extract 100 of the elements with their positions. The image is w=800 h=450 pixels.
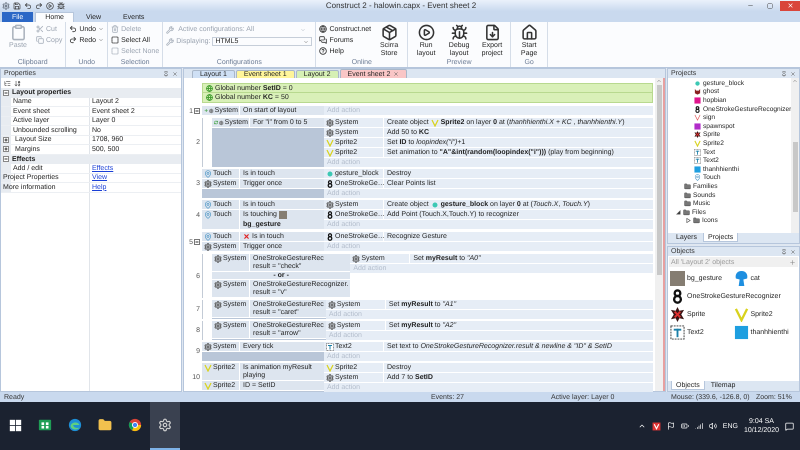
battery-icon[interactable] bbox=[680, 422, 689, 430]
collapse-icon[interactable] bbox=[194, 108, 200, 114]
v-shape-icon bbox=[204, 364, 212, 372]
undo-icon bbox=[69, 25, 78, 33]
wrench-icon bbox=[166, 38, 174, 46]
gear-icon bbox=[158, 418, 172, 432]
save-icon[interactable] bbox=[13, 2, 21, 10]
close-icon[interactable] bbox=[172, 70, 178, 76]
pin-icon bbox=[204, 170, 212, 178]
app-tray-icon[interactable] bbox=[652, 422, 661, 430]
gear-icon bbox=[219, 119, 224, 127]
figure-eight-icon bbox=[326, 233, 334, 241]
gear-icon bbox=[328, 322, 336, 330]
v-shape-icon bbox=[734, 306, 748, 322]
gear-icon bbox=[214, 322, 222, 330]
app-icon bbox=[2, 2, 10, 10]
square-icon bbox=[694, 166, 701, 173]
folder-icon bbox=[693, 217, 700, 224]
minimize-icon bbox=[746, 2, 754, 9]
square-icon bbox=[694, 96, 701, 104]
pin-icon bbox=[694, 174, 701, 182]
browser-icon bbox=[68, 418, 82, 432]
maximize-icon bbox=[767, 2, 773, 8]
scrollbar[interactable] bbox=[791, 78, 799, 233]
square-icon bbox=[694, 122, 701, 130]
gear-icon bbox=[204, 180, 212, 188]
dot-icon bbox=[430, 201, 439, 209]
scrollbar[interactable] bbox=[655, 78, 663, 391]
bug-icon bbox=[450, 24, 468, 41]
folder-icon bbox=[684, 182, 691, 190]
text-icon bbox=[670, 324, 685, 340]
play-icon[interactable] bbox=[46, 2, 54, 10]
collapse-icon[interactable] bbox=[3, 90, 9, 96]
pin-icon[interactable] bbox=[781, 70, 787, 76]
collapse-icon[interactable] bbox=[3, 156, 9, 162]
trash-icon bbox=[111, 25, 120, 33]
categorized-icon[interactable] bbox=[4, 80, 11, 86]
collapse-icon[interactable] bbox=[194, 239, 200, 245]
swatch-icon bbox=[670, 270, 685, 286]
gear-icon bbox=[326, 129, 334, 137]
bug-icon[interactable] bbox=[57, 2, 65, 10]
gear-icon bbox=[214, 301, 222, 309]
expand-arrow-icon[interactable] bbox=[686, 218, 691, 224]
gear-icon bbox=[326, 119, 334, 127]
globe-icon bbox=[206, 94, 213, 101]
windows-icon bbox=[8, 418, 22, 432]
folder-icon bbox=[98, 418, 112, 432]
arrow-icon bbox=[204, 107, 208, 114]
pin-icon bbox=[204, 201, 212, 209]
gear-icon bbox=[209, 107, 214, 115]
expand-icon[interactable] bbox=[3, 136, 9, 143]
gear-icon bbox=[204, 343, 212, 351]
clipboard-icon bbox=[10, 24, 26, 41]
redo-icon[interactable] bbox=[35, 2, 43, 10]
close-button[interactable] bbox=[780, 0, 800, 10]
scissors-icon bbox=[36, 25, 44, 33]
sort-icon[interactable] bbox=[14, 80, 21, 86]
taskbar-app[interactable] bbox=[150, 402, 180, 450]
redo-icon bbox=[69, 36, 78, 44]
horned-head-icon bbox=[694, 88, 701, 96]
speaker-icon[interactable] bbox=[708, 422, 717, 430]
square-icon bbox=[734, 324, 748, 340]
gear-icon bbox=[326, 374, 334, 382]
v-shape-icon bbox=[204, 382, 212, 390]
play-icon bbox=[418, 24, 435, 41]
home-icon bbox=[520, 24, 538, 41]
figure-eight-icon bbox=[326, 180, 334, 188]
dot-icon bbox=[694, 80, 701, 87]
blob-icon bbox=[734, 270, 748, 286]
signal-icon[interactable] bbox=[694, 422, 703, 430]
window-title: Construct 2 - halowin.capx - Event sheet 2 bbox=[324, 1, 478, 10]
close-icon[interactable] bbox=[790, 248, 796, 254]
gear-icon bbox=[204, 243, 212, 251]
notification-icon[interactable] bbox=[785, 422, 794, 430]
undo-icon[interactable] bbox=[24, 2, 32, 10]
dot-icon bbox=[326, 170, 334, 178]
close-icon[interactable] bbox=[790, 70, 796, 76]
pin-icon[interactable] bbox=[781, 248, 787, 254]
v-shape-icon bbox=[326, 364, 334, 372]
chest-icon bbox=[380, 24, 398, 41]
cross-icon bbox=[243, 233, 250, 240]
store-icon bbox=[38, 418, 52, 432]
chat-icon bbox=[319, 36, 328, 44]
figure-eight-icon bbox=[670, 288, 685, 304]
collapse-arrow-icon[interactable] bbox=[676, 210, 681, 215]
pin-icon bbox=[204, 233, 212, 241]
figure-eight-icon bbox=[326, 211, 334, 219]
browser-icon bbox=[128, 418, 142, 432]
v-shape-icon bbox=[430, 119, 439, 127]
swatch-icon bbox=[278, 211, 287, 219]
flag-icon[interactable] bbox=[666, 422, 675, 430]
pin-icon bbox=[204, 211, 212, 219]
v-shape-icon bbox=[694, 114, 701, 122]
expand-icon[interactable] bbox=[3, 146, 9, 152]
document-icon bbox=[484, 24, 501, 41]
pin-icon[interactable] bbox=[163, 70, 169, 76]
spiky-ball-icon bbox=[694, 131, 701, 138]
close-icon[interactable] bbox=[393, 71, 400, 77]
chevron-icon[interactable] bbox=[638, 422, 646, 430]
loop-icon bbox=[214, 119, 218, 126]
